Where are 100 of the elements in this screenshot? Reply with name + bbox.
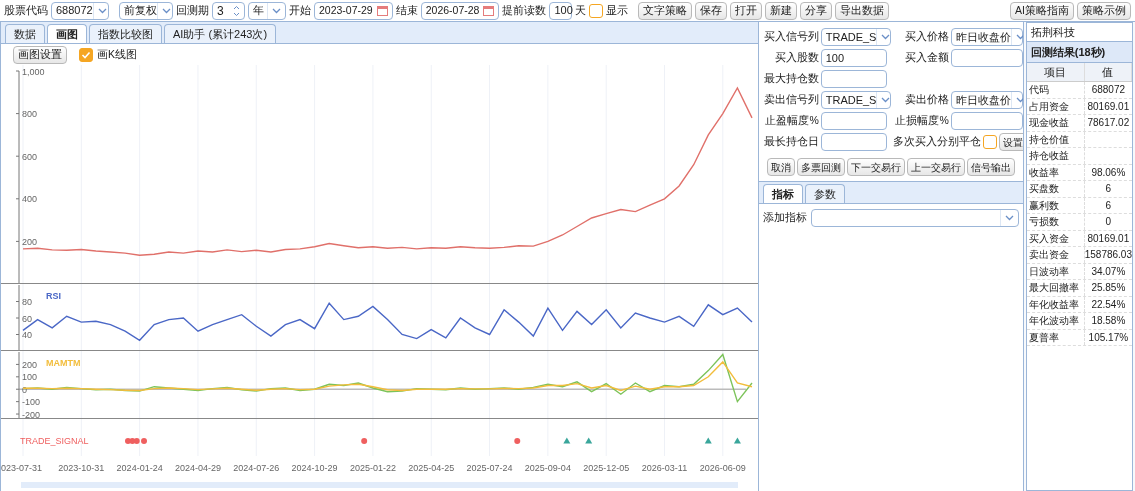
axis-label: 400 bbox=[22, 194, 38, 205]
period-unit-select[interactable]: 年 bbox=[248, 1, 286, 20]
field-label: 添加指标 bbox=[762, 210, 807, 226]
axis-label: 2024-01-24 bbox=[116, 463, 163, 473]
tab[interactable]: 画图 bbox=[47, 24, 87, 43]
action-button[interactable]: 多票回测 bbox=[796, 158, 845, 176]
toolbar-button[interactable]: 分享 bbox=[800, 1, 833, 20]
sell-price-select[interactable]: 昨日收盘价 bbox=[950, 91, 1023, 109]
start-date-field[interactable]: 2023-07-29 bbox=[314, 1, 393, 20]
field-label: 买入股数 bbox=[773, 50, 819, 66]
table-cell-text: 78617.02 bbox=[1086, 116, 1131, 131]
axis-label: 100 bbox=[22, 372, 38, 383]
axis-label: 2026-06-09 bbox=[699, 463, 746, 473]
action-button[interactable]: 取消 bbox=[766, 158, 795, 176]
field-label: 止盈幅度% bbox=[764, 113, 819, 129]
action-button[interactable]: 信号输出 bbox=[966, 158, 1015, 176]
table-cell: 买入资金 bbox=[1026, 230, 1085, 246]
axis-label: 2025-01-22 bbox=[349, 463, 396, 473]
buy-shares-field[interactable]: 100 bbox=[820, 49, 887, 67]
tab[interactable]: 参数 bbox=[804, 184, 845, 203]
field-label: 开始 bbox=[289, 2, 311, 18]
table-cell-text: 25.85% bbox=[1090, 281, 1127, 296]
table-cell: 最大回撤率 bbox=[1026, 280, 1085, 296]
table-cell-text: 6 bbox=[1104, 198, 1113, 213]
stock-code-select[interactable]: 688072 bbox=[51, 1, 109, 20]
axis-label: 2024-04-29 bbox=[174, 463, 221, 473]
axis-label: 2025-04-25 bbox=[408, 463, 455, 473]
axis-label: 2026-03-11 bbox=[641, 463, 688, 473]
buy-signal-select[interactable]: TRADE_S bbox=[820, 28, 891, 46]
preload-field[interactable]: 100 bbox=[549, 1, 573, 20]
tab[interactable]: 指数比较图 bbox=[89, 24, 162, 43]
table-cell-text: 158786.03 bbox=[1084, 248, 1132, 263]
results-title: 回测结果(18秒) bbox=[1025, 42, 1133, 62]
axis-label: 200 bbox=[22, 236, 38, 247]
field-label: 多次买入分别平仓 bbox=[892, 134, 981, 150]
table-cell: 夏普率 bbox=[1026, 329, 1085, 345]
table-cell: 买盘数 bbox=[1026, 181, 1085, 197]
field-label: 卖出价格 bbox=[903, 92, 949, 108]
toolbar-button[interactable]: 导出数据 bbox=[835, 1, 890, 20]
field-label: 最大持仓数 bbox=[762, 71, 819, 87]
table-cell: 占用资金 bbox=[1026, 98, 1085, 114]
table-cell: 年化波动率 bbox=[1026, 313, 1085, 329]
tab[interactable]: AI助手 (累计243次) bbox=[164, 24, 277, 43]
axis-label: 2025-07-24 bbox=[466, 463, 513, 473]
action-button[interactable]: 上一交易行 bbox=[906, 158, 965, 176]
toolbar-button[interactable]: 保存 bbox=[695, 1, 728, 20]
field-label: 回测期 bbox=[176, 2, 209, 18]
field-label: 提前读数 bbox=[502, 2, 547, 18]
table-cell-text: 98.06% bbox=[1090, 165, 1127, 180]
table-cell-text: 6 bbox=[1104, 182, 1113, 197]
adjust-select[interactable]: 前复权 bbox=[119, 1, 173, 20]
axis-label: 2025-09-04 bbox=[524, 463, 571, 473]
axis-label: 80 bbox=[22, 297, 32, 307]
table-cell: 日波动率 bbox=[1026, 263, 1085, 279]
toolbar-button[interactable]: 打开 bbox=[730, 1, 763, 20]
axis-label: 2023-10-31 bbox=[58, 463, 105, 473]
period-spinner[interactable]: 3 bbox=[212, 1, 245, 20]
buy-price-select[interactable]: 昨日收盘价 bbox=[950, 28, 1023, 46]
field-label: 买入价格 bbox=[903, 29, 949, 45]
table-cell-text: 18.58% bbox=[1090, 314, 1127, 329]
axis-label: 600 bbox=[22, 151, 38, 162]
field-label: 天 bbox=[575, 2, 587, 18]
table-cell: 卖出资金 bbox=[1026, 247, 1085, 263]
legend-label: MAMTM bbox=[46, 357, 81, 370]
toolbar-button[interactable]: AI策略指南 bbox=[1010, 1, 1074, 20]
axis-label: 800 bbox=[22, 109, 38, 120]
field-label: 卖出信号列 bbox=[762, 92, 819, 108]
axis-label: 2024-07-26 bbox=[233, 463, 280, 473]
chart-settings-button[interactable]: 画图设置 bbox=[13, 45, 67, 64]
tab[interactable]: 指标 bbox=[762, 184, 803, 203]
axis-label: -100 bbox=[22, 397, 40, 408]
column-header: 值 bbox=[1084, 63, 1132, 81]
field-label: 结束 bbox=[395, 2, 418, 18]
end-date-field[interactable]: 2026-07-28 bbox=[420, 1, 500, 20]
field-label: 最长持仓日 bbox=[762, 134, 819, 150]
table-cell-text: 688072 bbox=[1090, 83, 1127, 98]
table-cell: 现金收益 bbox=[1026, 115, 1085, 131]
field-label: 画K线图 bbox=[97, 46, 137, 62]
table-cell-text: 105.17% bbox=[1087, 330, 1130, 345]
axis-label: 023-07-31 bbox=[1, 463, 43, 473]
action-button[interactable]: 下一交易行 bbox=[846, 158, 905, 176]
table-cell: 持仓价值 bbox=[1026, 131, 1085, 147]
toolbar-button[interactable]: 新建 bbox=[765, 1, 798, 20]
column-header: 项目 bbox=[1026, 63, 1085, 81]
table-cell-text: 34.07% bbox=[1090, 264, 1127, 279]
axis-label: 2025-12-05 bbox=[583, 463, 630, 473]
toolbar-button[interactable]: 策略示例 bbox=[1077, 1, 1131, 20]
table-cell-text: 22.54% bbox=[1090, 297, 1127, 312]
field-label: 买入金额 bbox=[903, 50, 949, 66]
axis-label: 1,000 bbox=[22, 66, 45, 77]
toolbar-button[interactable]: 文字策略 bbox=[638, 1, 693, 20]
table-cell: 亏损数 bbox=[1026, 214, 1085, 230]
signal-label: TRADE_SIGNAL bbox=[20, 435, 89, 448]
sell-signal-select[interactable]: TRADE_S bbox=[820, 91, 891, 109]
table-cell-text: 80169.01 bbox=[1086, 231, 1131, 246]
axis-label: 200 bbox=[22, 359, 38, 370]
table-cell: 赢利数 bbox=[1026, 197, 1085, 213]
tab[interactable]: 数据 bbox=[5, 24, 45, 43]
table-cell: 持仓收益 bbox=[1026, 148, 1085, 164]
axis-label: 0 bbox=[22, 384, 27, 395]
